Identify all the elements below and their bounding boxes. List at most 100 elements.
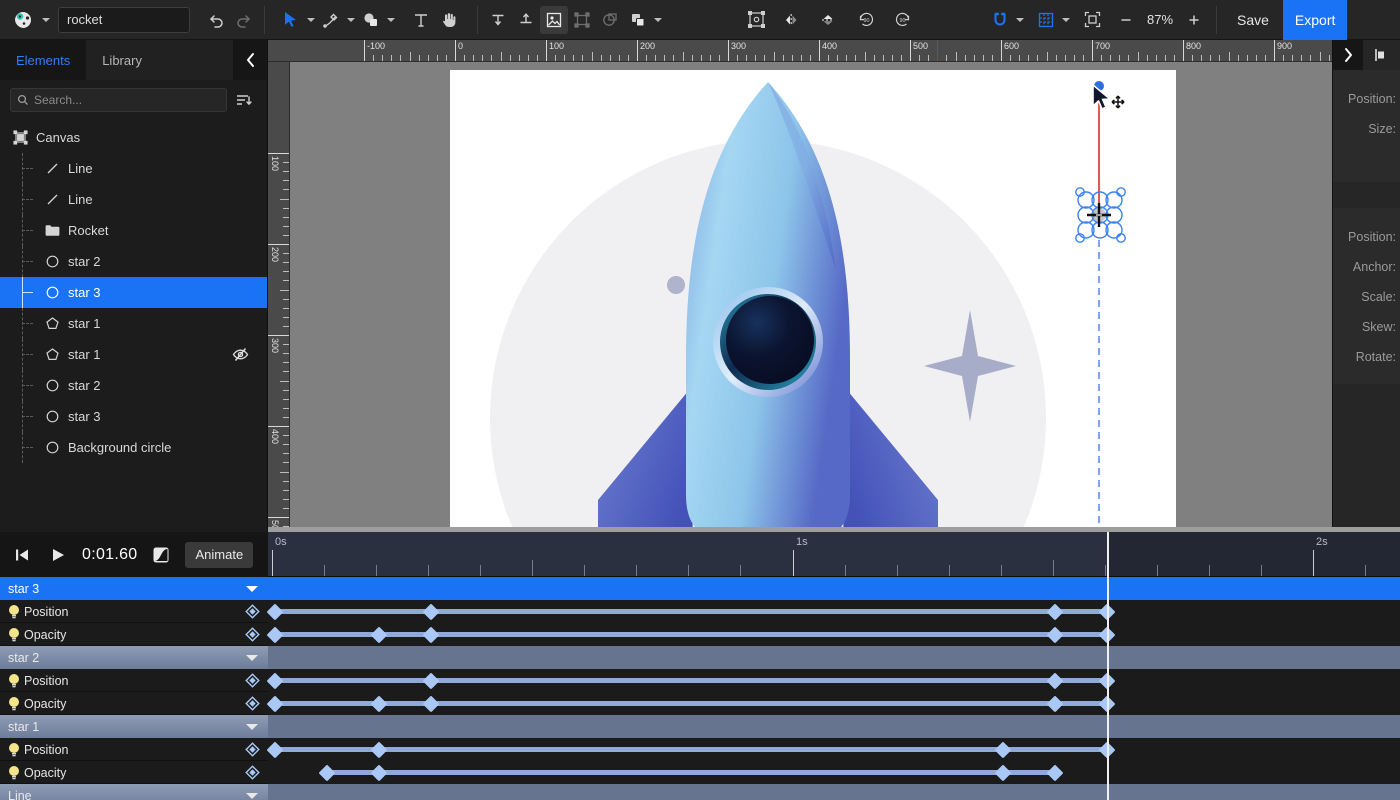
tree-item-star-2[interactable]: star 2 (0, 246, 267, 277)
keyframe-marker[interactable] (423, 672, 440, 689)
keyframe-marker[interactable] (267, 672, 284, 689)
keyframe-segment[interactable] (275, 701, 1107, 706)
add-keyframe-icon[interactable] (245, 673, 260, 688)
align-middle-icon[interactable] (512, 6, 540, 34)
shape-tool-caret-icon[interactable] (385, 6, 397, 34)
align-center-icon[interactable] (1395, 41, 1400, 69)
tree-item-line[interactable]: Line (0, 184, 267, 215)
arrange-icon[interactable] (624, 6, 652, 34)
shape-tool-icon[interactable] (357, 6, 385, 34)
keyframe-marker[interactable] (423, 603, 440, 620)
keyframe-marker[interactable] (1047, 626, 1064, 643)
property-keyframe-lane[interactable] (268, 761, 1400, 784)
keyframe-marker[interactable] (1047, 695, 1064, 712)
property-keyframe-lane[interactable] (268, 623, 1400, 646)
fit-to-screen-icon[interactable] (1078, 6, 1106, 34)
document-name-input[interactable] (58, 6, 190, 33)
keyframe-marker[interactable] (371, 741, 388, 758)
property-label-row[interactable]: Position (0, 738, 268, 761)
tree-item-star-1[interactable]: star 1 (0, 308, 267, 339)
zoom-in-icon[interactable] (1180, 6, 1208, 34)
property-label-row[interactable]: Opacity (0, 623, 268, 646)
property-keyframe-lane[interactable] (268, 600, 1400, 623)
align-left-icon[interactable] (1367, 41, 1395, 69)
select-tool-icon[interactable] (277, 6, 305, 34)
chevron-left-icon[interactable] (233, 40, 267, 80)
hand-tool-icon[interactable] (435, 6, 463, 34)
keyframe-marker[interactable] (995, 764, 1012, 781)
add-keyframe-icon[interactable] (245, 627, 260, 642)
add-keyframe-icon[interactable] (245, 742, 260, 757)
play-icon[interactable] (46, 543, 70, 567)
group-icon[interactable] (568, 6, 596, 34)
tree-item-line[interactable]: Line (0, 153, 267, 184)
zoom-level-value[interactable]: 87% (1140, 12, 1180, 27)
tree-item-star-1[interactable]: star 1 (0, 339, 267, 370)
flip-horizontal-icon[interactable] (778, 6, 806, 34)
grid-caret-icon[interactable] (1060, 6, 1072, 34)
chevron-down-icon[interactable] (246, 585, 258, 592)
mask-icon[interactable] (596, 6, 624, 34)
animate-button[interactable]: Animate (185, 541, 254, 568)
undo-icon[interactable] (202, 6, 230, 34)
rotate-ccw-90-icon[interactable]: 90 (852, 6, 880, 34)
sort-icon[interactable] (231, 88, 257, 112)
grid-icon[interactable] (1032, 6, 1060, 34)
add-keyframe-icon[interactable] (245, 604, 260, 619)
keyframe-segment[interactable] (275, 747, 1107, 752)
playhead[interactable] (1107, 532, 1109, 800)
vertical-ruler[interactable]: 100 200 300 400 500 (268, 62, 290, 532)
property-keyframe-lane[interactable] (268, 738, 1400, 761)
keyframe-marker[interactable] (423, 695, 440, 712)
keyframe-marker[interactable] (319, 764, 336, 781)
track-group-header[interactable]: star 1 (0, 715, 268, 738)
track-group-lane[interactable] (268, 715, 1400, 738)
skip-to-start-icon[interactable] (10, 543, 34, 567)
easing-curve-icon[interactable] (149, 543, 173, 567)
tree-item-star-2[interactable]: star 2 (0, 370, 267, 401)
chevron-right-icon[interactable] (1333, 40, 1363, 70)
chevron-down-icon[interactable] (246, 792, 258, 799)
snap-magnet-icon[interactable] (986, 6, 1014, 34)
property-label-row[interactable]: Position (0, 600, 268, 623)
keyframe-segment[interactable] (275, 609, 1107, 614)
timeline-ruler[interactable]: 0s 1s 2s (268, 532, 1400, 577)
keyframe-marker[interactable] (371, 626, 388, 643)
tab-library[interactable]: Library (86, 40, 158, 80)
chevron-down-icon[interactable] (246, 654, 258, 661)
property-keyframe-lane[interactable] (268, 692, 1400, 715)
track-group-lane[interactable] (268, 577, 1400, 600)
keyframe-marker[interactable] (371, 695, 388, 712)
tree-item-star-3[interactable]: star 3 (0, 277, 267, 308)
keyframe-segment[interactable] (275, 678, 1107, 683)
horizontal-ruler[interactable]: -100 0 100 200 300 400 500 600 700 800 900 (268, 40, 1332, 62)
track-group-header[interactable]: star 3 (0, 577, 268, 600)
track-group-header[interactable]: star 2 (0, 646, 268, 669)
property-label-row[interactable]: Opacity (0, 692, 268, 715)
rotate-cw-90-icon[interactable]: 90 (888, 6, 916, 34)
tab-elements[interactable]: Elements (0, 40, 87, 80)
property-keyframe-lane[interactable] (268, 669, 1400, 692)
keyframe-marker[interactable] (1047, 603, 1064, 620)
keyframe-marker[interactable] (995, 741, 1012, 758)
text-tool-icon[interactable] (407, 6, 435, 34)
keyframe-segment[interactable] (275, 632, 1107, 637)
flip-vertical-icon[interactable] (814, 6, 842, 34)
track-group-lane[interactable] (268, 646, 1400, 669)
keyframe-marker[interactable] (267, 626, 284, 643)
chevron-down-icon[interactable] (246, 723, 258, 730)
keyframe-marker[interactable] (267, 741, 284, 758)
redo-icon[interactable] (230, 6, 258, 34)
align-top-icon[interactable] (484, 6, 512, 34)
track-group-header[interactable]: Line (0, 784, 268, 800)
frame-icon[interactable] (540, 5, 568, 34)
keyframe-marker[interactable] (1047, 764, 1064, 781)
arrange-caret-icon[interactable] (652, 6, 664, 34)
tree-item-background-circle[interactable]: Background circle (0, 432, 267, 463)
search-field-wrap[interactable] (10, 88, 227, 112)
property-label-row[interactable]: Position (0, 669, 268, 692)
transform-origin-icon[interactable] (742, 6, 770, 34)
pen-tool-caret-icon[interactable] (345, 6, 357, 34)
pen-tool-icon[interactable] (317, 6, 345, 34)
app-logo-icon[interactable] (6, 6, 40, 34)
